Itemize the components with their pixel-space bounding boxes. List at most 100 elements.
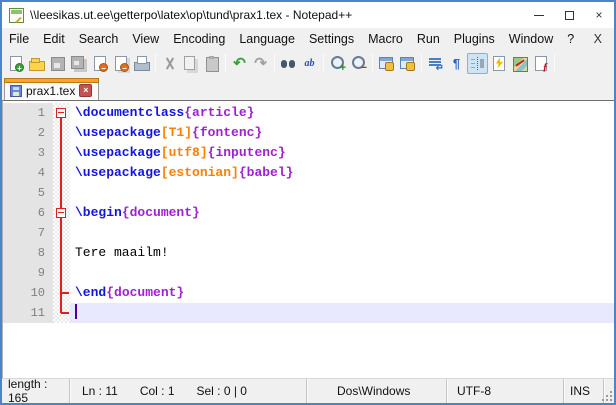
sync-horizontal-button[interactable] xyxy=(397,53,418,74)
menu-item-run[interactable]: Run xyxy=(410,28,447,50)
code-line[interactable]: 6\begin{document} xyxy=(3,203,614,223)
open-file-button[interactable] xyxy=(26,53,47,74)
print-button[interactable] xyxy=(131,53,152,74)
menu-item-view[interactable]: View xyxy=(125,28,166,50)
code-line[interactable]: 3\usepackage[utf8]{inputenc} xyxy=(3,143,614,163)
line-number: 6 xyxy=(3,203,53,223)
tab-close-button[interactable]: × xyxy=(79,84,92,97)
code-line[interactable]: 1\documentclass{article} xyxy=(3,103,614,123)
close-icon: × xyxy=(595,8,602,22)
line-number: 11 xyxy=(3,303,53,323)
menu-item-edit[interactable]: Edit xyxy=(36,28,72,50)
code-editor[interactable]: 1\documentclass{article}2\usepackage[T1]… xyxy=(2,100,614,378)
new-file-icon: + xyxy=(7,55,24,72)
toolbar-separator xyxy=(372,54,373,72)
fold-line xyxy=(61,312,69,314)
code-line[interactable]: 4\usepackage[estonian]{babel} xyxy=(3,163,614,183)
menu-item-language[interactable]: Language xyxy=(232,28,302,50)
close-button[interactable]: × xyxy=(584,2,614,28)
menu-item-help[interactable]: ? xyxy=(560,28,581,50)
show-indent-guide-icon xyxy=(469,55,486,72)
code-text xyxy=(70,263,614,283)
cut-button[interactable] xyxy=(159,53,180,74)
zoom-out-button[interactable] xyxy=(348,53,369,74)
monitoring-button[interactable] xyxy=(488,53,509,74)
zoom-in-button[interactable] xyxy=(327,53,348,74)
code-text: \end{document} xyxy=(70,283,614,303)
code-text: \usepackage[T1]{fontenc} xyxy=(70,123,614,143)
close-file-icon: − xyxy=(91,55,108,72)
menu-item-plugins[interactable]: Plugins xyxy=(447,28,502,50)
fold-margin-cell xyxy=(53,183,70,203)
code-line[interactable]: 10 \end{document} xyxy=(3,283,614,303)
fold-line xyxy=(60,143,62,163)
new-file-button[interactable]: + xyxy=(5,53,26,74)
code-line[interactable]: 2\usepackage[T1]{fontenc} xyxy=(3,123,614,143)
title-bar[interactable]: \\leesikas.ut.ee\getterpo\latex\op\tund\… xyxy=(2,2,614,28)
menu-item-file[interactable]: File xyxy=(2,28,36,50)
function-list-button[interactable] xyxy=(530,53,551,74)
notepad-plus-plus-window: \\leesikas.ut.ee\getterpo\latex\op\tund\… xyxy=(0,0,616,405)
text-caret xyxy=(75,304,77,319)
replace-button[interactable]: ab xyxy=(299,53,320,74)
paste-icon xyxy=(203,55,220,72)
paste-button[interactable] xyxy=(201,53,222,74)
find-button[interactable] xyxy=(278,53,299,74)
notepad-plus-plus-app-icon xyxy=(9,8,24,23)
redo-button[interactable]: ↷ xyxy=(250,53,271,74)
menu-item-encoding[interactable]: Encoding xyxy=(166,28,232,50)
fold-line xyxy=(60,163,62,183)
document-map-button[interactable] xyxy=(509,53,530,74)
status-insert-mode[interactable]: INS xyxy=(564,379,604,403)
save-all-button[interactable] xyxy=(68,53,89,74)
undo-button[interactable]: ↶ xyxy=(229,53,250,74)
copy-button[interactable] xyxy=(180,53,201,74)
fold-margin-cell xyxy=(53,243,70,263)
status-sel: Sel : 0 | 0 xyxy=(197,384,247,398)
resize-grip[interactable] xyxy=(604,379,614,403)
menu-item-settings[interactable]: Settings xyxy=(302,28,361,50)
close-file-button[interactable]: − xyxy=(89,53,110,74)
show-all-characters-button[interactable]: ¶ xyxy=(446,53,467,74)
code-text: \usepackage[estonian]{babel} xyxy=(70,163,614,183)
status-eol-format[interactable]: Dos\Windows xyxy=(307,379,447,403)
menubar-close-button[interactable]: X xyxy=(582,32,614,46)
fold-line xyxy=(60,243,62,263)
code-text xyxy=(70,223,614,243)
menu-item-search[interactable]: Search xyxy=(72,28,126,50)
tab-prax1.tex[interactable]: prax1.tex× xyxy=(4,78,99,100)
status-line: Ln : 11 xyxy=(82,384,118,398)
line-number: 7 xyxy=(3,223,53,243)
fold-toggle[interactable] xyxy=(53,203,70,223)
code-line[interactable]: 11 xyxy=(3,303,614,323)
find-icon xyxy=(280,55,297,72)
zoom-in-icon xyxy=(329,55,346,72)
show-indent-guide-button[interactable] xyxy=(467,53,488,74)
save-button[interactable] xyxy=(47,53,68,74)
fold-margin-cell xyxy=(53,263,70,283)
minimize-button[interactable] xyxy=(524,2,554,28)
fold-line xyxy=(60,223,62,243)
close-all-button[interactable]: − xyxy=(110,53,131,74)
maximize-button[interactable] xyxy=(554,2,584,28)
word-wrap-button[interactable] xyxy=(425,53,446,74)
fold-margin-cell xyxy=(53,143,70,163)
code-line[interactable]: 5 xyxy=(3,183,614,203)
status-encoding[interactable]: UTF-8 xyxy=(447,379,564,403)
line-number: 5 xyxy=(3,183,53,203)
sync-vertical-button[interactable] xyxy=(376,53,397,74)
fold-toggle[interactable] xyxy=(53,103,70,123)
menu-item-window[interactable]: Window xyxy=(502,28,560,50)
code-line[interactable]: 9 xyxy=(3,263,614,283)
line-number: 1 xyxy=(3,103,53,123)
save-all-icon xyxy=(70,55,87,72)
menu-bar: FileEditSearchViewEncodingLanguageSettin… xyxy=(2,28,614,50)
fold-line xyxy=(60,123,62,143)
open-file-icon xyxy=(28,55,45,72)
code-line[interactable]: 8Tere maailm! xyxy=(3,243,614,263)
redo-icon: ↷ xyxy=(252,55,269,72)
code-line[interactable]: 7 xyxy=(3,223,614,243)
line-number: 10 xyxy=(3,283,53,303)
toolbar-separator xyxy=(225,54,226,72)
menu-item-macro[interactable]: Macro xyxy=(361,28,410,50)
